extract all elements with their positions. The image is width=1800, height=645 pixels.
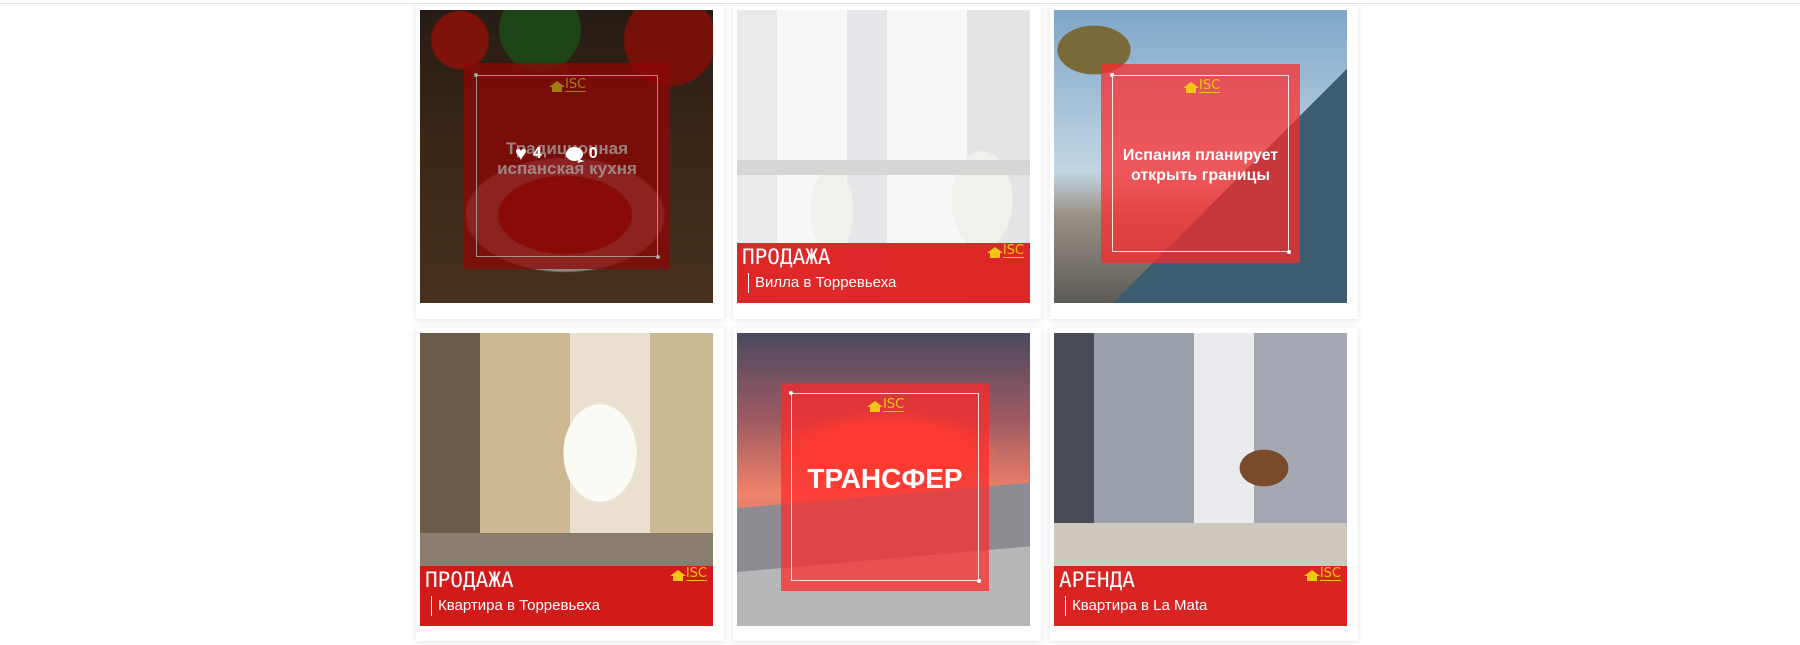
isc-logo: ISC xyxy=(867,398,905,412)
feed-post[interactable]: ISC Испания планирует открыть границы xyxy=(1050,6,1358,319)
isc-logo: ISC xyxy=(1303,567,1341,581)
listing-subtitle: Квартира в La Mata xyxy=(1065,596,1207,616)
post-image: АРЕНДА Квартира в La Mata ISC xyxy=(1054,333,1347,626)
listing-banner: АРЕНДА Квартира в La Mata ISC xyxy=(1054,566,1347,626)
house-icon xyxy=(986,247,1003,258)
house-icon xyxy=(1303,570,1320,581)
post-image: ПРОДАЖА Квартира в Торревьеха ISC xyxy=(420,333,713,626)
isc-logo: ISC xyxy=(1183,79,1221,93)
isc-logo: ISC xyxy=(669,567,707,581)
feed-post[interactable]: ISC Традиционная испанская кухня ♥ 4 0 xyxy=(416,6,724,319)
feed-post[interactable]: ISC ТРАНСФЕР xyxy=(733,328,1041,641)
top-divider xyxy=(0,3,1800,4)
instagram-feed-grid: ISC Традиционная испанская кухня ♥ 4 0 П… xyxy=(416,6,1358,641)
feed-post[interactable]: АРЕНДА Квартира в La Mata ISC xyxy=(1050,328,1358,641)
listing-type: ПРОДАЖА xyxy=(742,245,831,269)
listing-type: АРЕНДА xyxy=(1059,568,1135,592)
comments-count: 0 xyxy=(588,145,598,162)
listing-banner: ПРОДАЖА Вилла в Торревьеха ISC xyxy=(737,243,1030,303)
house-icon xyxy=(669,570,686,581)
heart-icon: ♥ xyxy=(515,143,527,165)
post-image: ПРОДАЖА Вилла в Торревьеха ISC xyxy=(737,10,1030,303)
listing-banner: ПРОДАЖА Квартира в Торревьеха ISC xyxy=(420,566,713,626)
red-overlay: ISC ТРАНСФЕР xyxy=(781,383,989,591)
post-title: Испания планирует открыть границы xyxy=(1122,147,1279,184)
likes-stat: ♥ 4 xyxy=(515,143,542,165)
listing-subtitle: Вилла в Торревьеха xyxy=(748,273,896,293)
isc-logo: ISC xyxy=(986,244,1024,258)
house-icon xyxy=(1183,82,1199,93)
house-icon xyxy=(867,401,883,412)
post-image: ISC ТРАНСФЕР xyxy=(737,333,1030,626)
post-stats: ♥ 4 0 xyxy=(515,143,598,165)
comments-stat: 0 xyxy=(565,145,598,163)
feed-post[interactable]: ПРОДАЖА Вилла в Торревьеха ISC xyxy=(733,6,1041,319)
post-image: ISC Испания планирует открыть границы xyxy=(1054,10,1347,303)
listing-type: ПРОДАЖА xyxy=(425,568,514,592)
red-overlay: ISC Испания планирует открыть границы xyxy=(1101,64,1300,263)
listing-subtitle: Квартира в Торревьеха xyxy=(431,596,600,616)
post-title: ТРАНСФЕР xyxy=(807,463,963,494)
comment-icon xyxy=(565,147,583,161)
post-image: ISC Традиционная испанская кухня ♥ 4 0 xyxy=(420,10,713,303)
feed-post[interactable]: ПРОДАЖА Квартира в Торревьеха ISC xyxy=(416,328,724,641)
likes-count: 4 xyxy=(532,145,542,162)
